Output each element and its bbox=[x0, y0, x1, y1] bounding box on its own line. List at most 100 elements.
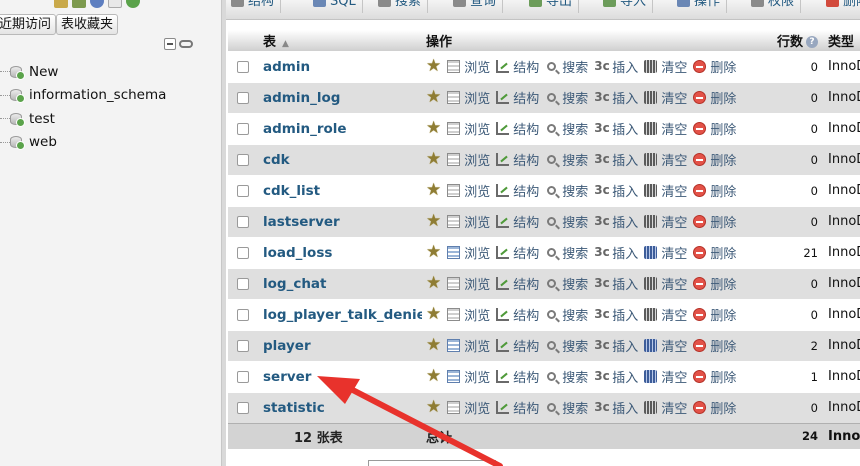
empty-action[interactable]: 清空 bbox=[644, 305, 687, 324]
table-row[interactable]: cdk ★ 浏览结构搜索 3c插入清空删除 0InnoDB bbox=[228, 143, 860, 175]
favorite-tables-button[interactable]: 表收藏夹 bbox=[56, 14, 119, 35]
table-name-link[interactable]: admin_log bbox=[263, 90, 340, 106]
table-row[interactable]: load_loss ★ 浏览结构搜索 3c插入清空删除 21InnoDB bbox=[228, 236, 860, 268]
tab-6[interactable]: 操作 bbox=[672, 0, 728, 13]
table-row[interactable]: admin_log ★ 浏览结构搜索 3c插入清空删除 0InnoDB bbox=[228, 81, 860, 113]
browse-action[interactable]: 浏览 bbox=[447, 119, 490, 138]
table-name-link[interactable]: cdk_list bbox=[263, 183, 320, 199]
favorite-star-icon[interactable]: ★ bbox=[426, 213, 441, 230]
search-action[interactable]: 搜索 bbox=[545, 274, 588, 293]
database-icon[interactable] bbox=[10, 88, 25, 104]
header-table[interactable]: 表 ▲ bbox=[259, 30, 422, 51]
structure-action[interactable]: 结构 bbox=[496, 336, 539, 355]
insert-action[interactable]: 3c 插入 bbox=[594, 398, 638, 418]
table-name-link[interactable]: log_chat bbox=[263, 276, 327, 292]
empty-action[interactable]: 清空 bbox=[644, 57, 687, 76]
favorite-star-icon[interactable]: ★ bbox=[426, 337, 441, 354]
empty-action[interactable]: 清空 bbox=[644, 367, 687, 386]
database-name[interactable]: New bbox=[29, 64, 58, 80]
browse-action[interactable]: 浏览 bbox=[447, 336, 490, 355]
database-name[interactable]: web bbox=[29, 134, 57, 150]
structure-action[interactable]: 结构 bbox=[496, 305, 539, 324]
search-action[interactable]: 搜索 bbox=[545, 88, 588, 107]
insert-action[interactable]: 3c 插入 bbox=[594, 274, 638, 294]
structure-action[interactable]: 结构 bbox=[496, 274, 539, 293]
insert-action[interactable]: 3c 插入 bbox=[594, 367, 638, 387]
link-with-main-icon[interactable] bbox=[179, 40, 193, 48]
table-name-link[interactable]: server bbox=[263, 369, 311, 385]
insert-action[interactable]: 3c 插入 bbox=[594, 336, 638, 356]
tab-5[interactable]: 导入 bbox=[598, 0, 654, 13]
panel-divider[interactable] bbox=[221, 0, 226, 466]
structure-action[interactable]: 结构 bbox=[496, 119, 539, 138]
row-checkbox[interactable] bbox=[237, 277, 249, 290]
table-row[interactable]: admin ★ 浏览结构搜索 3c插入清空删除 0InnoDB bbox=[228, 50, 860, 82]
drop-action[interactable]: 删除 bbox=[693, 88, 736, 107]
recent-tables-button[interactable]: 近期访问 bbox=[0, 14, 57, 35]
table-name-link[interactable]: statistic bbox=[263, 400, 325, 416]
header-rows[interactable]: 行数? bbox=[764, 30, 824, 51]
tab-1[interactable]: SQL bbox=[308, 0, 363, 13]
row-checkbox[interactable] bbox=[237, 401, 249, 414]
browse-action[interactable]: 浏览 bbox=[447, 150, 490, 169]
table-row[interactable]: statistic ★ 浏览结构搜索 3c插入清空删除 0InnoDB bbox=[228, 391, 860, 423]
header-type[interactable]: 类型 bbox=[824, 30, 860, 51]
database-item[interactable]: New bbox=[0, 60, 166, 84]
insert-action[interactable]: 3c 插入 bbox=[594, 150, 638, 170]
insert-action[interactable]: 3c 插入 bbox=[594, 212, 638, 232]
table-row[interactable]: log_chat ★ 浏览结构搜索 3c插入清空删除 0InnoDB bbox=[228, 267, 860, 299]
row-checkbox[interactable] bbox=[237, 370, 249, 383]
drop-action[interactable]: 删除 bbox=[693, 119, 736, 138]
empty-action[interactable]: 清空 bbox=[644, 274, 687, 293]
structure-action[interactable]: 结构 bbox=[496, 88, 539, 107]
tab-8[interactable]: 删除 bbox=[821, 0, 860, 13]
table-name-link[interactable]: load_loss bbox=[263, 245, 332, 261]
database-icon[interactable] bbox=[10, 65, 25, 80]
favorite-star-icon[interactable]: ★ bbox=[426, 244, 441, 261]
database-icon[interactable] bbox=[10, 135, 25, 151]
row-checkbox[interactable] bbox=[237, 308, 249, 321]
docs-icon[interactable] bbox=[108, 0, 122, 8]
browse-action[interactable]: 浏览 bbox=[447, 88, 490, 107]
table-row[interactable]: server ★ 浏览结构搜索 3c插入清空删除 1InnoDB bbox=[228, 360, 860, 392]
browse-action[interactable]: 浏览 bbox=[447, 367, 490, 386]
drop-action[interactable]: 删除 bbox=[693, 367, 736, 386]
browse-action[interactable]: 浏览 bbox=[447, 398, 490, 417]
favorite-star-icon[interactable]: ★ bbox=[426, 58, 441, 75]
empty-action[interactable]: 清空 bbox=[644, 181, 687, 200]
favorite-star-icon[interactable]: ★ bbox=[426, 399, 441, 416]
database-name[interactable]: test bbox=[29, 111, 55, 127]
logout-icon[interactable] bbox=[72, 0, 86, 8]
drop-action[interactable]: 删除 bbox=[693, 305, 736, 324]
favorite-star-icon[interactable]: ★ bbox=[426, 89, 441, 106]
insert-action[interactable]: 3c 插入 bbox=[594, 305, 638, 325]
structure-action[interactable]: 结构 bbox=[496, 181, 539, 200]
database-item[interactable]: web bbox=[0, 131, 166, 155]
structure-action[interactable]: 结构 bbox=[496, 367, 539, 386]
favorite-star-icon[interactable]: ★ bbox=[426, 182, 441, 199]
structure-action[interactable]: 结构 bbox=[496, 150, 539, 169]
table-row[interactable]: admin_role ★ 浏览结构搜索 3c插入清空删除 0InnoDB bbox=[228, 112, 860, 144]
insert-action[interactable]: 3c 插入 bbox=[594, 88, 638, 108]
row-checkbox[interactable] bbox=[237, 215, 249, 228]
insert-action[interactable]: 3c 插入 bbox=[594, 243, 638, 263]
favorite-star-icon[interactable]: ★ bbox=[426, 151, 441, 168]
empty-action[interactable]: 清空 bbox=[644, 88, 687, 107]
browse-action[interactable]: 浏览 bbox=[447, 274, 490, 293]
empty-action[interactable]: 清空 bbox=[644, 243, 687, 262]
table-row[interactable]: log_player_talk_denied ★ 浏览 结构 搜索 3c 插入 清空 删除 0 In… bbox=[228, 298, 860, 330]
tab-0[interactable]: 结构 bbox=[226, 0, 282, 13]
search-action[interactable]: 搜索 bbox=[545, 181, 588, 200]
insert-action[interactable]: 3c 插入 bbox=[594, 181, 638, 201]
structure-action[interactable]: 结构 bbox=[496, 398, 539, 417]
drop-action[interactable]: 删除 bbox=[693, 150, 736, 169]
drop-action[interactable]: 删除 bbox=[693, 243, 736, 262]
search-action[interactable]: 搜索 bbox=[545, 398, 588, 417]
favorite-star-icon[interactable]: ★ bbox=[426, 368, 441, 385]
row-checkbox[interactable] bbox=[237, 91, 249, 104]
search-action[interactable]: 搜索 bbox=[545, 119, 588, 138]
database-item[interactable]: test bbox=[0, 107, 166, 131]
search-action[interactable]: 搜索 bbox=[545, 57, 588, 76]
with-selected-select[interactable] bbox=[368, 460, 496, 466]
tab-4[interactable]: 导出 bbox=[524, 0, 580, 13]
